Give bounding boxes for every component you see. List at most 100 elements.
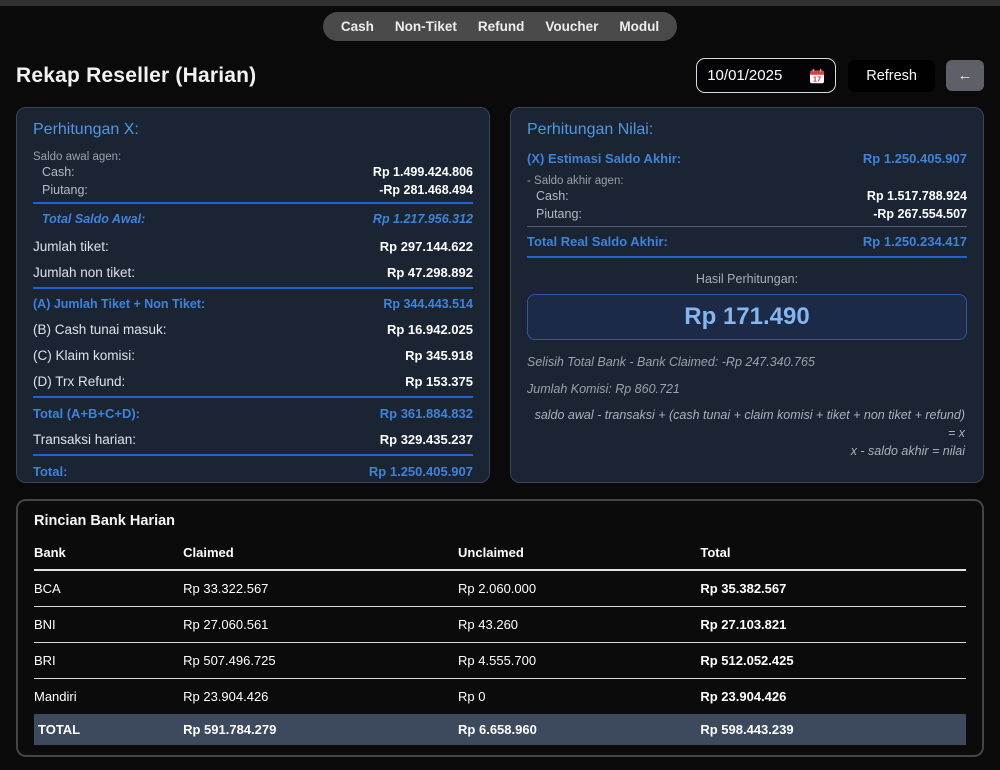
piutang-label: Piutang: [536,207,582,221]
sum-c-row: (C) Klaim komisi: Rp 345.918 [33,348,473,363]
hasil-perhitungan-label: Hasil Perhitungan: [527,272,967,286]
total-total-value: Rp 598.443.239 [700,714,966,745]
cash-label: Cash: [42,165,75,179]
grand-total-row: Total: Rp 1.250.405.907 [33,464,473,479]
calendar-icon[interactable]: 17 [809,68,825,84]
formula-line-1: saldo awal - transaksi + (cash tunai + c… [527,406,965,442]
bank-name: BNI [34,607,183,643]
sum-a-label: (A) Jumlah Tiket + Non Tiket: [33,297,205,311]
total-value: Rp 35.382.567 [700,570,966,607]
saldo-akhir-agen-label: - Saldo akhir agen: [527,175,967,187]
sum-d-value: Rp 153.375 [405,374,473,389]
tab-pill: Cash Non-Tiket Refund Voucher Modul [323,12,677,41]
cash-akhir-value: Rp 1.517.788.924 [867,189,967,203]
refresh-button[interactable]: Refresh [848,60,935,92]
unclaimed-value: Rp 0 [458,679,700,715]
tab-bar: Cash Non-Tiket Refund Voucher Modul [0,12,1000,41]
sum-b-label: (B) Cash tunai masuk: [33,322,167,337]
total-unclaimed-value: Rp 6.658.960 [458,714,700,745]
cash-label: Cash: [536,189,569,203]
hasil-result-box: Rp 171.490 [527,294,967,340]
divider [33,396,473,398]
total-real-value: Rp 1.250.234.417 [863,234,967,249]
jumlah-tiket-label: Jumlah tiket: [33,239,109,254]
bank-table: Bank Claimed Unclaimed Total BCA Rp 33.3… [34,542,966,745]
total-claimed-value: Rp 591.784.279 [183,714,458,745]
jumlah-komisi-text: Jumlah Komisi: Rp 860.721 [527,382,967,396]
date-input[interactable]: 10/01/2025 17 [696,58,836,93]
piutang-value: -Rp 281.468.494 [379,183,473,197]
jumlah-tiket-value: Rp 297.144.622 [380,239,473,254]
table-row: BRI Rp 507.496.725 Rp 4.555.700 Rp 512.0… [34,643,966,679]
divider [33,202,473,204]
tab-refund[interactable]: Refund [478,19,525,34]
total-real-label: Total Real Saldo Akhir: [527,234,668,249]
col-header-unclaimed: Unclaimed [458,542,700,570]
divider [527,226,967,227]
tab-voucher[interactable]: Voucher [545,19,598,34]
formula-note: saldo awal - transaksi + (cash tunai + c… [527,406,967,460]
total-saldo-awal-value: Rp 1.217.956.312 [373,212,473,226]
panel-nilai-title: Perhitungan Nilai: [527,121,967,139]
jumlah-non-tiket-value: Rp 47.298.892 [387,265,473,280]
total-real-row: Total Real Saldo Akhir: Rp 1.250.234.417 [527,234,967,249]
bank-name: Mandiri [34,679,183,715]
unclaimed-value: Rp 43.260 [458,607,700,643]
date-value: 10/01/2025 [707,67,782,84]
total-value: Rp 27.103.821 [700,607,966,643]
total-abcd-row: Total (A+B+C+D): Rp 361.884.832 [33,406,473,421]
table-row: Mandiri Rp 23.904.426 Rp 0 Rp 23.904.426 [34,679,966,715]
transaksi-harian-row: Transaksi harian: Rp 329.435.237 [33,432,473,447]
sum-d-row: (D) Trx Refund: Rp 153.375 [33,374,473,389]
sum-d-label: (D) Trx Refund: [33,374,125,389]
saldo-awal-agen-label: Saldo awal agen: [33,151,473,163]
claimed-value: Rp 27.060.561 [183,607,458,643]
total-value: Rp 23.904.426 [700,679,966,715]
cash-akhir-row: Cash: Rp 1.517.788.924 [527,189,967,203]
estimasi-row: (X) Estimasi Saldo Akhir: Rp 1.250.405.9… [527,151,967,166]
sum-a-value: Rp 344.443.514 [383,297,473,311]
transaksi-harian-value: Rp 329.435.237 [380,432,473,447]
page-title: Rekap Reseller (Harian) [16,64,256,88]
bank-name: BRI [34,643,183,679]
cash-value: Rp 1.499.424.806 [373,165,473,179]
claimed-value: Rp 33.322.567 [183,570,458,607]
total-saldo-awal-label: Total Saldo Awal: [42,212,145,226]
panel-perhitungan-x: Perhitungan X: Saldo awal agen: Cash: Rp… [16,107,490,483]
calculation-panels: Perhitungan X: Saldo awal agen: Cash: Rp… [16,107,984,483]
sum-b-value: Rp 16.942.025 [387,322,473,337]
bank-card-title: Rincian Bank Harian [34,513,966,529]
tab-modul[interactable]: Modul [619,19,659,34]
sum-a-row: (A) Jumlah Tiket + Non Tiket: Rp 344.443… [33,297,473,311]
divider [527,256,967,258]
claimed-value: Rp 23.904.426 [183,679,458,715]
rincian-bank-card: Rincian Bank Harian Bank Claimed Unclaim… [16,499,984,757]
formula-line-2: x - saldo akhir = nilai [527,442,965,460]
bank-name: BCA [34,570,183,607]
tab-non-tiket[interactable]: Non-Tiket [395,19,457,34]
col-header-bank: Bank [34,542,183,570]
divider [33,454,473,456]
sum-b-row: (B) Cash tunai masuk: Rp 16.942.025 [33,322,473,337]
tab-cash[interactable]: Cash [341,19,374,34]
total-abcd-value: Rp 361.884.832 [380,406,473,421]
total-saldo-awal-row: Total Saldo Awal: Rp 1.217.956.312 [33,212,473,226]
piutang-awal-row: Piutang: -Rp 281.468.494 [33,183,473,197]
table-row: BNI Rp 27.060.561 Rp 43.260 Rp 27.103.82… [34,607,966,643]
unclaimed-value: Rp 4.555.700 [458,643,700,679]
unclaimed-value: Rp 2.060.000 [458,570,700,607]
panel-perhitungan-nilai: Perhitungan Nilai: (X) Estimasi Saldo Ak… [510,107,984,483]
transaksi-harian-label: Transaksi harian: [33,432,136,447]
panel-x-title: Perhitungan X: [33,121,473,139]
grand-total-label: Total: [33,464,67,479]
selisih-text: Selisih Total Bank - Bank Claimed: -Rp 2… [527,355,967,369]
page-header: Rekap Reseller (Harian) 10/01/2025 17 Re… [0,41,1000,105]
back-arrow-button[interactable]: ← [946,60,984,91]
svg-text:17: 17 [813,74,821,83]
piutang-akhir-value: -Rp 267.554.507 [873,207,967,221]
cash-awal-row: Cash: Rp 1.499.424.806 [33,165,473,179]
total-value: Rp 512.052.425 [700,643,966,679]
col-header-total: Total [700,542,966,570]
total-abcd-label: Total (A+B+C+D): [33,406,140,421]
estimasi-value: Rp 1.250.405.907 [863,151,967,166]
